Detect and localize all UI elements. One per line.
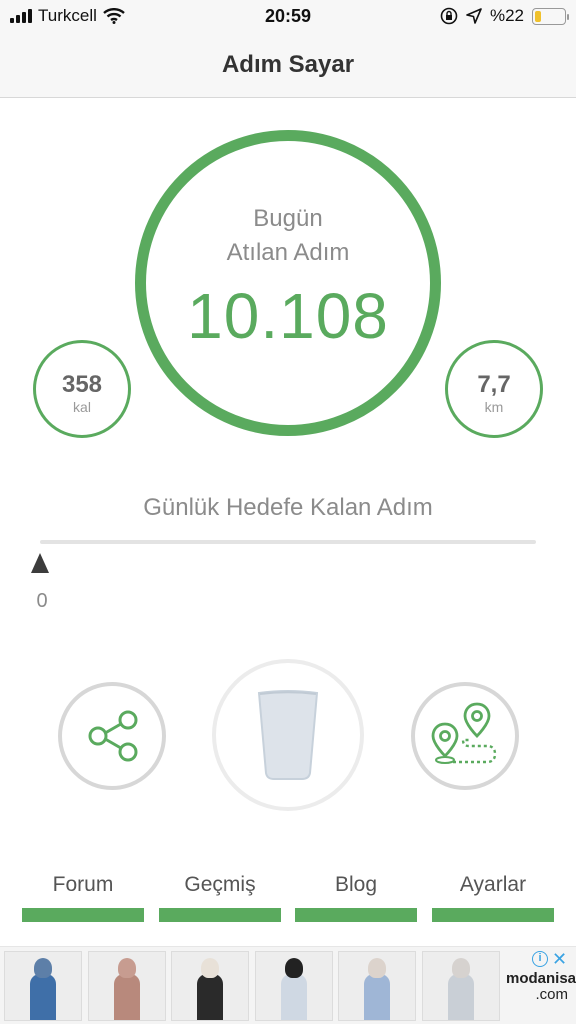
steps-taken-label: Atılan Adım [226, 239, 350, 266]
step-count: 10.108 [187, 280, 389, 352]
goal-title: Günlük Hedefe Kalan Adım [143, 494, 433, 521]
today-steps-ring: Bugün Atılan Adım 10.108 [135, 130, 441, 436]
calories-unit: kal [73, 399, 91, 415]
tab-history-label: Geçmiş [184, 873, 256, 896]
share-icon [88, 710, 138, 762]
route-map-icon [431, 702, 497, 764]
water-button[interactable] [212, 659, 364, 811]
ad-product-image[interactable] [255, 951, 333, 1021]
distance-unit: km [484, 399, 504, 415]
today-label: Bugün [253, 205, 323, 232]
status-bar: Turkcell 20:59 %22 [0, 0, 576, 34]
orientation-lock-icon [440, 7, 458, 25]
ad-product-image[interactable] [171, 951, 249, 1021]
nav-bar: Adım Sayar [0, 34, 576, 98]
tab-settings-label: Ayarlar [459, 873, 527, 896]
share-button[interactable] [58, 682, 166, 790]
status-right: %22 [440, 6, 569, 26]
tab-blog-label: Blog [334, 873, 378, 896]
ad-brand-domain: .com [535, 986, 568, 1003]
close-icon[interactable]: ✕ [552, 949, 567, 970]
ad-brand-logo[interactable]: modanisa .com [506, 970, 576, 1003]
tab-blog-bar [295, 908, 417, 922]
calories-value: 358 [61, 371, 103, 398]
distance-value: 7,7 [477, 371, 511, 398]
tab-settings-bar [432, 908, 554, 922]
tab-forum[interactable]: Forum [22, 872, 144, 922]
info-icon[interactable]: i [532, 951, 548, 967]
battery-level [535, 10, 542, 22]
location-arrow-icon [466, 8, 482, 24]
ad-banner[interactable]: i ✕ modanisa .com [0, 946, 576, 1024]
ad-product-image[interactable] [88, 951, 166, 1021]
ad-product-image[interactable] [4, 951, 82, 1021]
ad-product-image[interactable] [422, 951, 500, 1021]
goal-remaining-value: 0 [36, 590, 48, 612]
battery-percent: %22 [489, 6, 524, 25]
goal-progress-marker-icon [31, 553, 49, 573]
tab-forum-label: Forum [52, 873, 114, 896]
ad-product-image[interactable] [338, 951, 416, 1021]
tab-history[interactable]: Geçmiş [159, 872, 281, 922]
tab-history-bar [159, 908, 281, 922]
calories-ring: 358 kal [33, 340, 131, 438]
page-title: Adım Sayar [221, 51, 355, 78]
route-button[interactable] [411, 682, 519, 790]
ad-brand-name: modanisa [506, 970, 576, 987]
tab-blog[interactable]: Blog [295, 872, 417, 922]
distance-ring: 7,7 km [445, 340, 543, 438]
water-glass-icon [257, 690, 319, 780]
tab-forum-bar [22, 908, 144, 922]
battery-icon [532, 7, 569, 25]
goal-progress-track [40, 540, 536, 544]
tab-settings[interactable]: Ayarlar [432, 872, 554, 922]
